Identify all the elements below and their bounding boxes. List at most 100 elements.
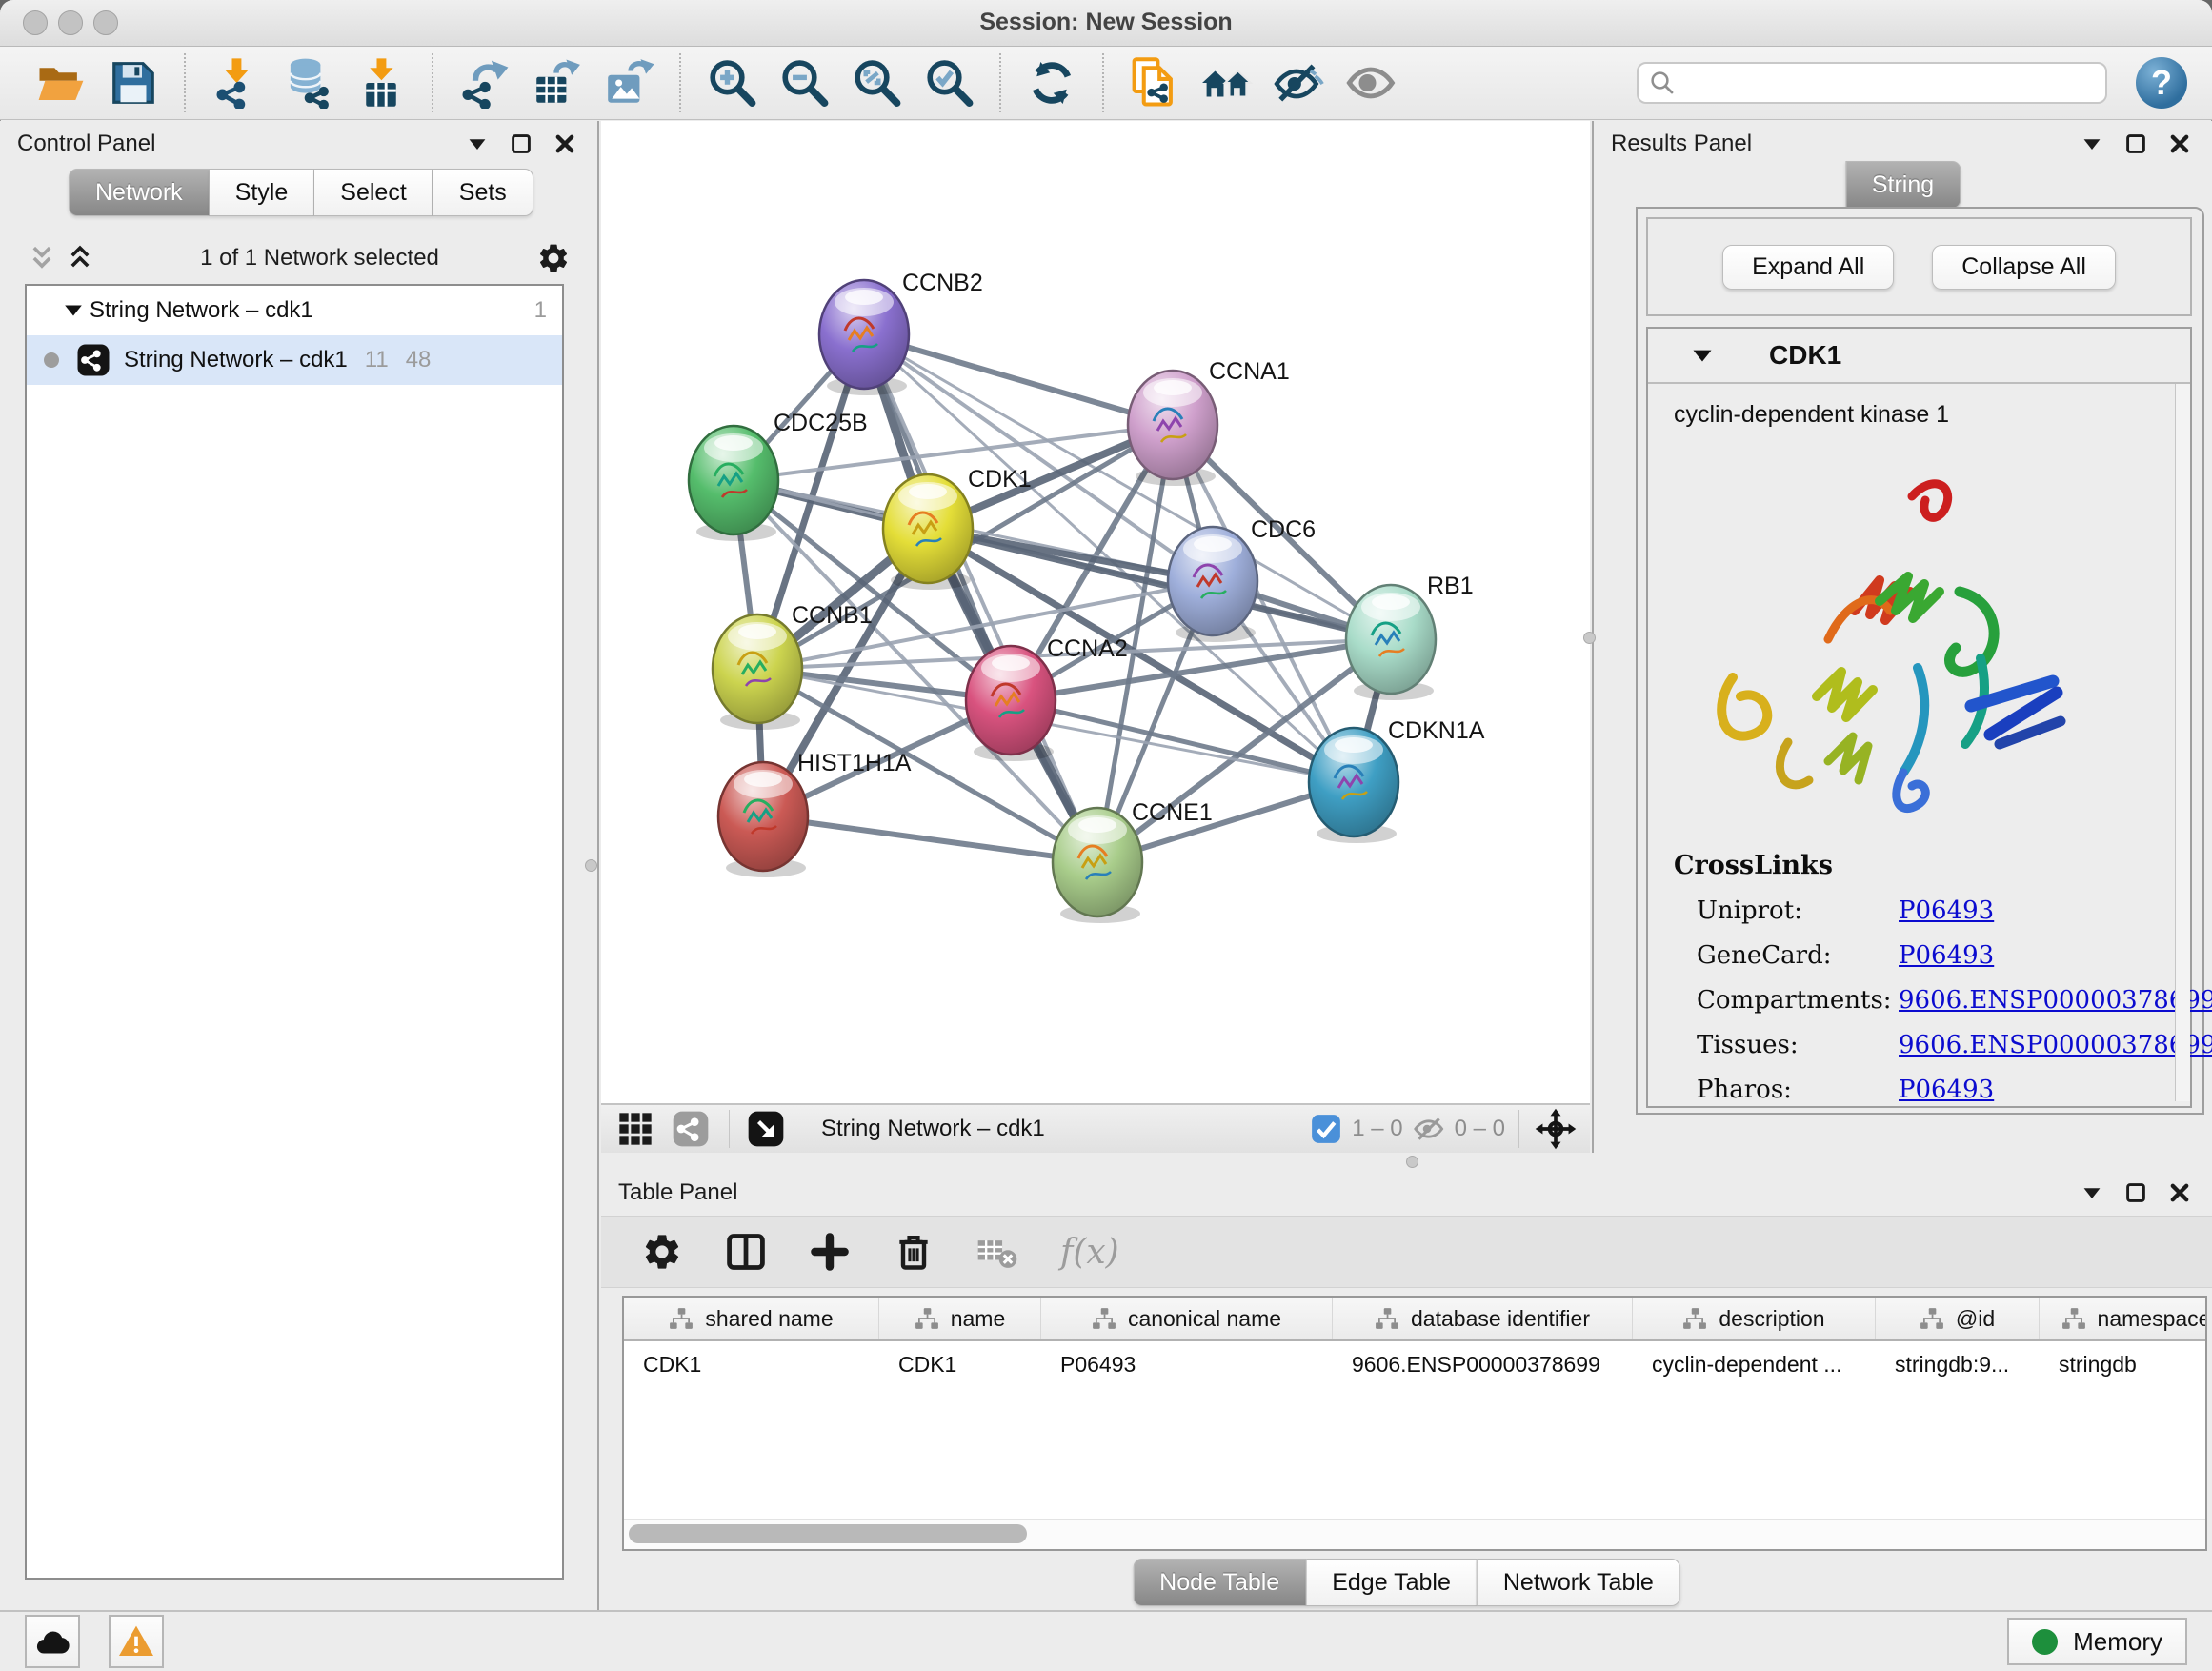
- gear-button[interactable]: [641, 1231, 683, 1273]
- splitter-grip[interactable]: [1406, 1156, 1418, 1168]
- tab-node-table[interactable]: Node Table: [1133, 1559, 1306, 1606]
- share-view-button[interactable]: [670, 1108, 712, 1150]
- close-window-button[interactable]: [23, 10, 48, 35]
- tab-network[interactable]: Network: [69, 169, 210, 216]
- open-in-window-button[interactable]: [745, 1108, 787, 1150]
- export-image-button[interactable]: [601, 55, 656, 111]
- float-panel-icon[interactable]: [2124, 132, 2147, 155]
- memory-button[interactable]: Memory: [2007, 1618, 2187, 1665]
- import-network-button[interactable]: [209, 55, 264, 111]
- collapse-all-button[interactable]: Collapse All: [1932, 245, 2116, 290]
- splitter-grip[interactable]: [1583, 632, 1596, 644]
- network-node-cdk1[interactable]: CDK1: [883, 466, 1032, 590]
- network-node-hist1h1a[interactable]: HIST1H1A: [718, 750, 912, 877]
- pan-network-icon[interactable]: [1535, 1108, 1577, 1150]
- table-row[interactable]: CDK1CDK1P064939606.ENSP00000378699cyclin…: [624, 1341, 2205, 1387]
- open-session-button[interactable]: [33, 55, 89, 111]
- crosslink-value-link[interactable]: 9606.ENSP00000378699: [1899, 1031, 2212, 1059]
- network-node-cdc25b[interactable]: CDC25B: [689, 410, 868, 541]
- show-all-button[interactable]: [1344, 55, 1399, 111]
- tab-string[interactable]: String: [1845, 161, 1961, 209]
- cloud-button[interactable]: [25, 1615, 80, 1668]
- export-table-button[interactable]: [529, 55, 584, 111]
- column-header-shared-name[interactable]: shared name: [624, 1298, 879, 1339]
- column-header-database-identifier[interactable]: database identifier: [1333, 1298, 1633, 1339]
- tab-sets[interactable]: Sets: [433, 169, 533, 216]
- warnings-button[interactable]: [109, 1615, 164, 1668]
- network-edge[interactable]: [864, 334, 1097, 862]
- float-panel-icon[interactable]: [2124, 1181, 2147, 1204]
- collapse-all-icon[interactable]: [27, 243, 57, 273]
- network-node-cdkn1a[interactable]: CDKN1A: [1309, 717, 1485, 843]
- caret-down-icon[interactable]: [2081, 132, 2103, 155]
- function-builder-button[interactable]: f(x): [1060, 1233, 1119, 1272]
- zoom-in-button[interactable]: [704, 55, 759, 111]
- network-row-selected[interactable]: String Network – cdk1 11 48: [27, 335, 562, 385]
- crosslink-value-link[interactable]: P06493: [1899, 896, 1994, 925]
- network-canvas[interactable]: CCNB2CCNA1CDC25BCDK1CDC6RB1CCNB1CCNA2CDK…: [601, 123, 1590, 1103]
- collapse-triangle-icon[interactable]: [57, 302, 90, 319]
- tab-network-table[interactable]: Network Table: [1478, 1559, 1680, 1606]
- network-edge[interactable]: [1011, 700, 1354, 782]
- network-node-ccna1[interactable]: CCNA1: [1128, 358, 1290, 486]
- crosslink-value-link[interactable]: P06493: [1899, 1076, 1994, 1104]
- network-view[interactable]: CCNB2CCNA1CDC25BCDK1CDC6RB1CCNB1CCNA2CDK…: [601, 121, 1590, 1153]
- caret-down-icon[interactable]: [2081, 1181, 2103, 1204]
- vertical-scrollbar[interactable]: [2175, 384, 2190, 1101]
- grid-view-button[interactable]: [614, 1108, 656, 1150]
- network-collection-row[interactable]: String Network – cdk1 1: [27, 286, 562, 335]
- minimize-window-button[interactable]: [58, 10, 83, 35]
- save-session-button[interactable]: [106, 55, 161, 111]
- scrollbar-thumb[interactable]: [629, 1524, 1027, 1543]
- network-node-ccna2[interactable]: CCNA2: [966, 635, 1128, 761]
- selected-checkbox[interactable]: [1310, 1113, 1342, 1145]
- add-row-button[interactable]: [809, 1231, 851, 1273]
- column-header-description[interactable]: description: [1633, 1298, 1876, 1339]
- close-panel-icon[interactable]: [2168, 132, 2191, 155]
- zoom-selected-button[interactable]: [921, 55, 976, 111]
- tab-select[interactable]: Select: [314, 169, 432, 216]
- expand-all-icon[interactable]: [65, 243, 95, 273]
- expand-all-button[interactable]: Expand All: [1722, 245, 1894, 290]
- close-panel-icon[interactable]: [553, 132, 576, 155]
- export-network-button[interactable]: [456, 55, 512, 111]
- network-edge[interactable]: [763, 816, 1097, 862]
- caret-down-icon[interactable]: [466, 132, 489, 155]
- columns-button[interactable]: [725, 1231, 767, 1273]
- float-panel-icon[interactable]: [510, 132, 533, 155]
- import-database-button[interactable]: [281, 55, 336, 111]
- collapse-triangle-icon[interactable]: [1691, 347, 1714, 365]
- network-options-gear-icon[interactable]: [536, 241, 571, 275]
- column-header-id[interactable]: @id: [1876, 1298, 2040, 1339]
- delete-table-button[interactable]: [976, 1231, 1018, 1273]
- import-table-button[interactable]: [353, 55, 409, 111]
- column-header-name[interactable]: name: [879, 1298, 1041, 1339]
- tab-style[interactable]: Style: [210, 169, 315, 216]
- network-node-rb1[interactable]: RB1: [1346, 573, 1474, 700]
- help-button[interactable]: ?: [2136, 57, 2187, 109]
- protein-card-header[interactable]: CDK1: [1648, 329, 2190, 384]
- crosslink-value-link[interactable]: 9606.ENSP00000378699: [1899, 986, 2212, 1015]
- column-header-canonical-name[interactable]: canonical name: [1041, 1298, 1333, 1339]
- network-node-ccne1[interactable]: CCNE1: [1053, 799, 1213, 923]
- delete-row-button[interactable]: [893, 1231, 935, 1273]
- tab-edge-table[interactable]: Edge Table: [1306, 1559, 1478, 1606]
- close-panel-icon[interactable]: [2168, 1181, 2191, 1204]
- network-node-cdc6[interactable]: CDC6: [1168, 516, 1316, 642]
- hidden-eye-icon[interactable]: [1413, 1113, 1445, 1145]
- horizontal-scrollbar[interactable]: [624, 1519, 2205, 1549]
- refresh-button[interactable]: [1024, 55, 1079, 111]
- horizontal-splitter[interactable]: [601, 1153, 2212, 1170]
- search-input[interactable]: [1684, 69, 2096, 97]
- network-node-ccnb2[interactable]: CCNB2: [819, 270, 983, 395]
- clone-network-button[interactable]: [1127, 55, 1182, 111]
- column-header-namespace[interactable]: namespace: [2040, 1298, 2207, 1339]
- crosslink-value-link[interactable]: P06493: [1899, 941, 1994, 970]
- hide-selected-button[interactable]: [1272, 55, 1327, 111]
- zoom-window-button[interactable]: [93, 10, 118, 35]
- first-neighbors-button[interactable]: [1199, 55, 1255, 111]
- zoom-out-button[interactable]: [776, 55, 832, 111]
- network-edge[interactable]: [864, 334, 1173, 425]
- zoom-fit-button[interactable]: [849, 55, 904, 111]
- splitter-grip[interactable]: [585, 859, 597, 872]
